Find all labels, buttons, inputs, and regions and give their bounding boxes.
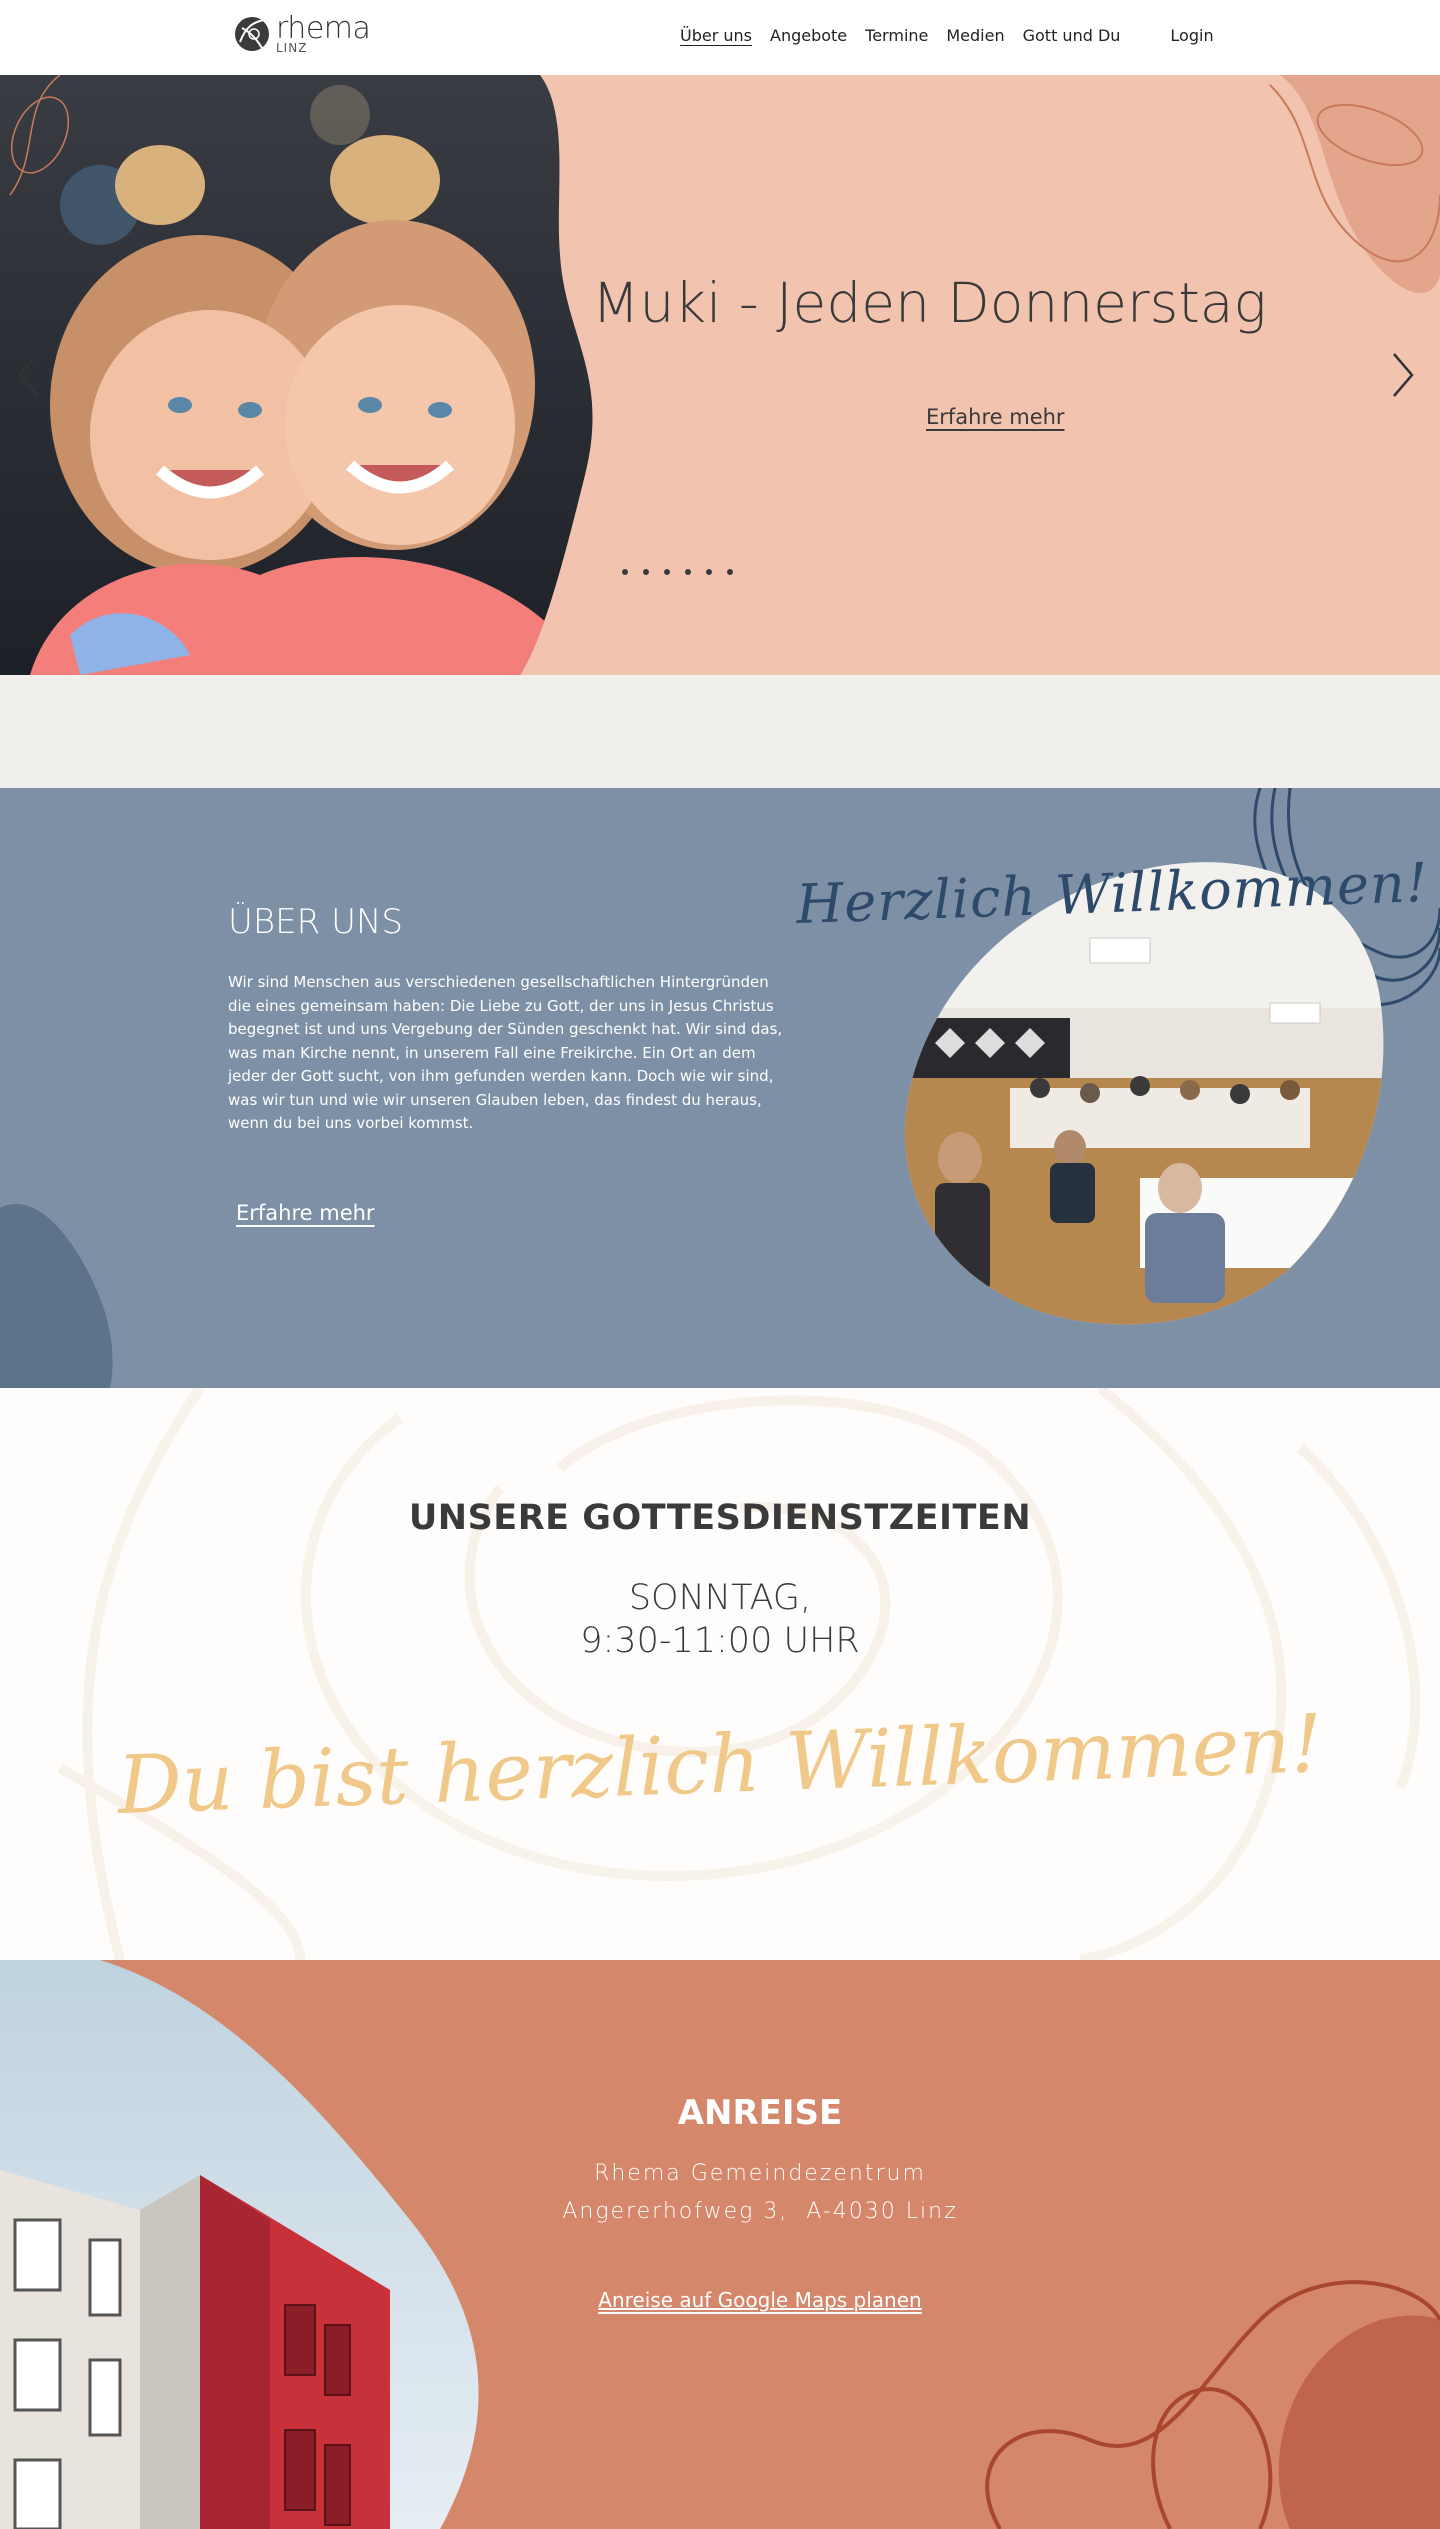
directions-link-wrapper: Anreise auf Google Maps planen (510, 2288, 1010, 2312)
services-time: 9:30-11:00 UHR (580, 1621, 860, 1661)
slider-dot-5[interactable] (706, 569, 712, 575)
hero-decor-squiggle (9, 75, 70, 196)
logo-link[interactable]: rhema LINZ (232, 11, 371, 55)
services-heading: UNSERE GOTTESDIENSTZEITEN (408, 1498, 1032, 1538)
slider-dots (622, 569, 748, 575)
hero-title: Muki - Jeden Donnerstag (592, 271, 1267, 335)
slider-dot-6[interactable] (727, 569, 733, 575)
about-decor-blob (0, 1204, 113, 1388)
rhema-logo-icon (235, 17, 269, 51)
building-photo (0, 1960, 479, 2529)
google-maps-link[interactable]: Anreise auf Google Maps planen (598, 2288, 921, 2312)
slider-dot-2[interactable] (643, 569, 649, 575)
directions-address: Angererhofweg 3, A-4030 Linz (562, 2199, 958, 2224)
about-heading: ÜBER UNS (228, 902, 403, 942)
about-text: Wir sind Menschen aus verschiedenen gese… (228, 973, 783, 1132)
nav-item-login[interactable]: Login (1170, 26, 1213, 45)
nav-item-gott-und-du[interactable]: Gott und Du (1023, 26, 1121, 45)
services-background-pattern (57, 1388, 1421, 1960)
directions-heading: ANREISE (677, 2093, 843, 2133)
nav-item-termine[interactable]: Termine (865, 26, 928, 45)
directions-section: ANREISE Rhema Gemeindezentrum Angererhof… (0, 1960, 1440, 2529)
nav-item-angebote[interactable]: Angebote (770, 26, 847, 45)
hero-more-link[interactable]: Erfahre mehr (926, 405, 1065, 429)
chevron-right-icon[interactable] (1388, 350, 1418, 400)
hero-decor-blob (1269, 75, 1440, 294)
slider-dot-3[interactable] (664, 569, 670, 575)
services-day: SONNTAG, (628, 1578, 812, 1618)
nav-item-ueber-uns[interactable]: Über uns (680, 26, 752, 45)
slider-dot-1[interactable] (622, 569, 628, 575)
chevron-left-icon[interactable] (14, 350, 44, 400)
spacer-band (0, 675, 1440, 788)
logo-name: rhema (276, 11, 371, 46)
directions-decor-lines (985, 2280, 1440, 2529)
google-maps-link-label: Anreise auf Google Maps planen (598, 2288, 922, 2312)
slider-dot-4[interactable] (685, 569, 691, 575)
service-times-section: UNSERE GOTTESDIENSTZEITEN SONNTAG, 9:30-… (0, 1388, 1440, 1960)
about-section: ÜBER UNS Wir sind Menschen aus verschied… (0, 788, 1440, 1388)
directions-venue: Rhema Gemeindezentrum (594, 2161, 926, 2186)
nav-item-medien[interactable]: Medien (946, 26, 1004, 45)
about-more-link[interactable]: Erfahre mehr (236, 1201, 375, 1225)
logo-text: rhema LINZ (276, 11, 371, 55)
main-nav: Über uns Angebote Termine Medien Gott un… (680, 26, 1232, 45)
site-header: rhema LINZ Über uns Angebote Termine Med… (0, 0, 1440, 75)
hero-slider: Muki - Jeden Donnerstag Erfahre mehr (0, 75, 1440, 675)
